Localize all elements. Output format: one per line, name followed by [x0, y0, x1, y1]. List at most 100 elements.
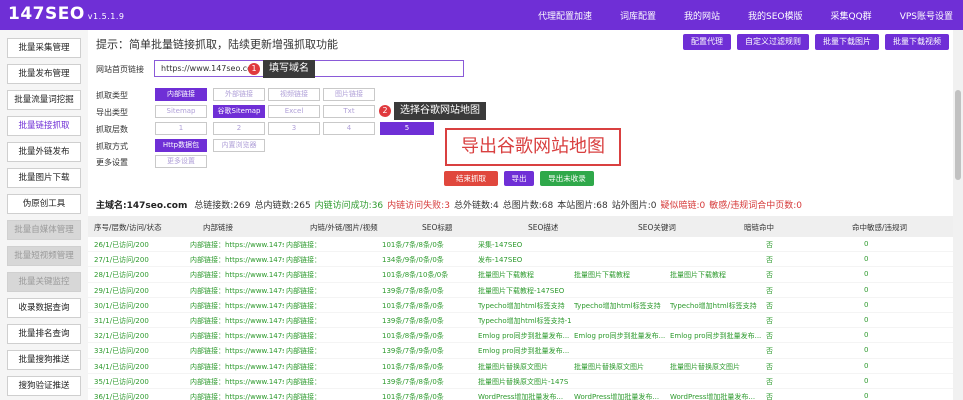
scrollbar-thumb[interactable]: [955, 90, 961, 180]
crawl-depth-label: 抓取层数: [96, 125, 128, 134]
top-bar: 147SEO v1.5.1.9 代理配置加速 词库配置 我的网站 我的SEO模版 …: [0, 0, 963, 30]
export-excel[interactable]: Excel: [268, 105, 320, 118]
sidebar-item-2[interactable]: 批量流量词挖掘: [7, 90, 81, 110]
table-row[interactable]: 33/1/已访问/200 内部链接：https://www.147seo.co内部…: [88, 343, 963, 359]
summary-stat-0: 总链接数:269: [194, 201, 251, 211]
depth-3[interactable]: 3: [268, 122, 320, 135]
table-cell: 101条/7条/8条/0条: [382, 362, 444, 371]
summary-site: 主域名:147seo.com: [96, 201, 188, 211]
sidebar-item-9[interactable]: 批量关键监控: [7, 272, 81, 292]
col-seo-keywords: SEO关键词: [638, 223, 676, 232]
nav-seo-templates[interactable]: 我的SEO模版: [748, 9, 802, 22]
nav-wordbank[interactable]: 词库配置: [620, 9, 656, 22]
table-cell: 批量图片下载教程: [574, 271, 630, 280]
col-index: 序号/层数/访问/状态: [94, 223, 162, 232]
main-panel: 提示：简单批量链接抓取，陆续更新增强抓取功能 配置代理 自定义过滤规则 批量下载…: [88, 30, 963, 400]
page-scrollbar[interactable]: [953, 30, 963, 400]
step-2-badge: 2: [379, 105, 391, 117]
col-hidden-link: 暗链命中: [744, 223, 774, 232]
sidebar-item-5[interactable]: 批量图片下载: [7, 168, 81, 188]
nav-my-sites[interactable]: 我的网站: [684, 9, 720, 22]
summary-stat-9: 敏感/违规词合中页数:0: [709, 201, 803, 211]
table-cell: Emlog pro同步到批量发布...: [478, 347, 570, 356]
table-row[interactable]: 34/1/已访问/200 内部链接：https://www.147seo.co内部…: [88, 359, 963, 374]
table-cell: 34/1/已访问/200: [94, 362, 149, 371]
page-hint: 提示：简单批量链接抓取，陆续更新增强抓取功能: [96, 38, 338, 51]
sidebar-item-0[interactable]: 批量采集管理: [7, 38, 81, 58]
sidebar-item-4[interactable]: 批量外链发布: [7, 142, 81, 162]
nav-qq-group[interactable]: 采集QQ群: [831, 9, 872, 22]
crawl-method-label: 抓取方式: [96, 142, 128, 151]
table-cell: 否: [766, 392, 773, 400]
more-settings-button[interactable]: 更多设置: [155, 155, 207, 168]
table-cell: 批量图片替换原文图片: [478, 362, 548, 371]
table-cell: 0: [864, 331, 869, 340]
sidebar-item-13[interactable]: 搜狗验证推送: [7, 376, 81, 396]
export-button[interactable]: 导出: [504, 171, 534, 186]
export-txt[interactable]: Txt: [323, 105, 375, 118]
table-cell: 批量图片下载教程: [478, 271, 534, 280]
summary-stat-1: 总内链数:265: [254, 201, 311, 211]
table-cell: 139条/7条/8条/0条: [382, 286, 444, 295]
table-row[interactable]: 31/1/已访问/200 内部链接：https://www.147seo.co内部…: [88, 313, 963, 329]
export-google-sitemap[interactable]: 谷歌Sitemap: [213, 105, 265, 118]
sidebar-item-7[interactable]: 批量自媒体管理: [7, 220, 81, 240]
table-cell: 139条/7条/8条/0条: [382, 316, 444, 325]
export-sitemap[interactable]: Sitemap: [155, 105, 207, 118]
table-cell: 内部链接：: [286, 286, 321, 295]
stop-crawl-button[interactable]: 结束抓取: [444, 171, 498, 186]
crawl-type-video[interactable]: 视频链接: [268, 88, 320, 101]
depth-1[interactable]: 1: [155, 122, 207, 135]
table-row[interactable]: 30/1/已访问/200 内部链接：https://www.147seo.co内部…: [88, 298, 963, 313]
table-cell: Emlog pro同步到批量发布...: [670, 332, 762, 341]
download-videos-button[interactable]: 批量下载视频: [885, 34, 949, 50]
crawl-type-image[interactable]: 图片链接: [323, 88, 375, 101]
table-cell: 批量图片下载教程: [670, 271, 726, 280]
crawl-type-internal[interactable]: 内部链接: [155, 88, 207, 101]
col-seo-title: SEO标题: [422, 223, 453, 232]
sidebar-item-10[interactable]: 收录数据查询: [7, 298, 81, 318]
custom-filter-button[interactable]: 自定义过滤规则: [737, 34, 809, 50]
table-row[interactable]: 28/1/已访问/200 内部链接：https://www.147seo.co内部…: [88, 267, 963, 283]
table-cell: 31/1/已访问/200: [94, 316, 149, 325]
export-unindexed-button[interactable]: 导出未收录: [540, 171, 594, 186]
table-cell: Emlog pro同步到批量发布...: [574, 332, 666, 341]
summary-stat-2: 内链访问成功:36: [314, 201, 384, 211]
summary-stat-7: 站外图片:0: [611, 201, 657, 211]
method-browser[interactable]: 内置浏览器: [213, 139, 265, 152]
table-cell: 内部链接：: [286, 347, 321, 356]
sidebar-item-8[interactable]: 批量短视频管理: [7, 246, 81, 266]
sidebar-item-12[interactable]: 批量搜狗推送: [7, 350, 81, 370]
table-cell: 35/1/已访问/200: [94, 377, 149, 386]
table-row[interactable]: 27/1/已访问/200 内部链接：https://www.147seo.co内部…: [88, 252, 963, 268]
app-version: v1.5.1.9: [87, 12, 125, 21]
export-type-label: 导出类型: [96, 108, 128, 117]
table-cell: 101条/8条/9条/0条: [382, 332, 444, 341]
sidebar-item-3[interactable]: 批量链接抓取: [7, 116, 81, 136]
depth-5[interactable]: 5: [380, 122, 434, 135]
download-images-button[interactable]: 批量下载图片: [815, 34, 879, 50]
table-cell: 27/1/已访问/200: [94, 256, 149, 265]
nav-proxy-speed[interactable]: 代理配置加速: [538, 9, 592, 22]
col-sensitive-words: 命中敏感/违规词: [852, 223, 908, 232]
sidebar-item-11[interactable]: 批量排名查询: [7, 324, 81, 344]
table-row[interactable]: 29/1/已访问/200 内部链接：https://www.147seo.co内部…: [88, 283, 963, 298]
table-row[interactable]: 26/1/已访问/200 内部链接：https://www.147seo.co内部…: [88, 237, 963, 253]
depth-4[interactable]: 4: [323, 122, 375, 135]
table-cell: 内部链接：: [286, 332, 321, 341]
configure-proxy-button[interactable]: 配置代理: [683, 34, 731, 50]
depth-2[interactable]: 2: [213, 122, 265, 135]
sidebar-item-6[interactable]: 伪原创工具: [7, 194, 81, 214]
table-cell: 33/1/已访问/200: [94, 347, 149, 356]
table-cell: 内部链接：https://www.147seo.co: [190, 286, 284, 295]
table-cell: 否: [766, 241, 773, 249]
method-http[interactable]: Http数据包: [155, 139, 207, 152]
table-cell: Typecho增加html标签支持-1: [478, 316, 572, 325]
nav-vps-settings[interactable]: VPS账号设置: [900, 9, 953, 22]
crawl-type-external[interactable]: 外部链接: [213, 88, 265, 101]
table-row[interactable]: 32/1/已访问/200 内部链接：https://www.147seo.co内部…: [88, 328, 963, 344]
tip-fill-domain: 填写域名: [263, 60, 315, 78]
sidebar-item-1[interactable]: 批量发布管理: [7, 64, 81, 84]
table-row[interactable]: 35/1/已访问/200 内部链接：https://www.147seo.co内部…: [88, 374, 963, 389]
table-row[interactable]: 36/1/已访问/200 内部链接：https://www.147seo.co内部…: [88, 389, 963, 400]
